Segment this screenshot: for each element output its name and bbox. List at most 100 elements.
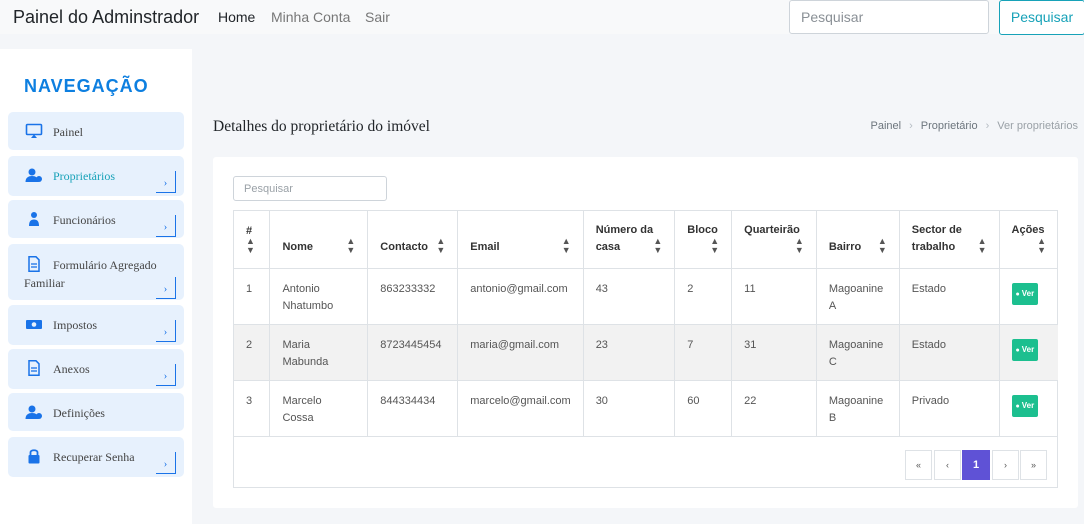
view-button-label: Ver <box>1021 288 1035 298</box>
money-icon <box>26 320 42 329</box>
column-header-sector[interactable]: Sector de trabalho ▲ ▼ <box>899 211 1000 269</box>
sort-icon[interactable]: ▲ ▼ <box>562 236 571 255</box>
column-header-acoes[interactable]: Ações ▲ ▼ <box>999 211 1058 269</box>
cell-quarteirao: 22 <box>731 380 817 437</box>
nav-account-link[interactable]: Minha Conta <box>271 9 350 25</box>
page-next-button[interactable]: › <box>992 450 1019 480</box>
top-search-input[interactable] <box>789 0 989 34</box>
eye-icon: ● <box>1015 346 1020 354</box>
cell-email: marcelo@gmail.com <box>457 380 584 437</box>
column-header-label: Email <box>470 240 500 253</box>
owners-card: #▲▼ Nome ▲▼ Contacto ▲▼ Email ▲▼ Número da … <box>213 157 1078 508</box>
page-current-button[interactable]: 1 <box>962 450 990 480</box>
view-button-label: Ver <box>1021 400 1035 410</box>
sidebar-item-painel[interactable]: Painel <box>8 112 184 150</box>
view-button[interactable]: ● Ver <box>1011 338 1039 361</box>
sort-icon[interactable]: ▲ ▼ <box>878 236 887 255</box>
column-header-label: Nome <box>282 240 314 253</box>
column-header-email[interactable]: Email ▲ ▼ <box>457 211 584 269</box>
sidebar-item-proprietarios[interactable]: Proprietários › <box>8 156 184 196</box>
cell-nome: Maria Mabunda <box>269 324 369 381</box>
cell-contacto: 863233332 <box>367 268 459 325</box>
sort-icon[interactable]: ▲ ▼ <box>436 236 445 255</box>
sort-icon[interactable]: ▲ ▼ <box>246 236 255 255</box>
column-header-contacto[interactable]: Contacto ▲ ▼ <box>367 211 459 269</box>
table-row: 1 Antonio Nhatumbo 863233332 antonio@gma… <box>234 268 1058 325</box>
owners-table: # ▲ ▼ Nome ▲ ▼ Contacto ▲ ▼ Email ▲ ▼ Número da … <box>234 211 1058 437</box>
chevron-right-icon[interactable]: › <box>156 320 176 342</box>
sidebar-item-definicoes[interactable]: Definições <box>8 393 184 431</box>
chevron-right-icon[interactable]: › <box>156 364 176 386</box>
column-header-label: Contacto <box>380 240 428 253</box>
cell-numero-casa: 23 <box>583 324 676 381</box>
sort-icon[interactable]: ▲ ▼ <box>653 236 662 255</box>
chevron-right-icon[interactable]: › <box>156 215 176 237</box>
sort-icon[interactable]: ▲ ▼ <box>795 236 804 255</box>
column-header-quarteirao[interactable]: Quarteirão ▲ ▼ <box>731 211 817 269</box>
cell-sector: Estado <box>899 268 1000 325</box>
sort-icon[interactable]: ▲ ▼ <box>1037 236 1046 255</box>
breadcrumb-item-painel[interactable]: Painel <box>871 120 902 132</box>
top-navbar: Painel do Adminstrador Home Minha Conta … <box>0 0 1084 35</box>
page-first-button[interactable]: « <box>905 450 932 480</box>
cell-contacto: 844334434 <box>367 380 459 437</box>
view-button[interactable]: ● Ver <box>1011 394 1039 417</box>
sidebar-item-label: Funcionários <box>53 213 116 227</box>
user-group-icon <box>25 168 42 182</box>
cell-email: antonio@gmail.com <box>457 268 584 325</box>
chevron-right-icon[interactable]: › <box>156 452 176 474</box>
sidebar-item-funcionarios[interactable]: Funcionários › <box>8 200 184 238</box>
sidebar-title: NAVEGAÇÃO <box>24 76 149 96</box>
sidebar-item-formulario[interactable]: Formulário Agregado Familiar › <box>8 244 184 300</box>
sidebar-item-label: Proprietários <box>53 169 115 183</box>
table-row: 3 Marcelo Cossa 844334434 marcelo@gmail.… <box>234 380 1058 437</box>
cell-bloco: 60 <box>674 380 733 437</box>
cell-contacto: 8723445454 <box>367 324 459 381</box>
breadcrumb-item-current: Ver proprietários <box>997 120 1078 132</box>
table-header-row: # ▲ ▼ Nome ▲ ▼ Contacto ▲ ▼ Email ▲ ▼ Número da … <box>234 211 1058 269</box>
column-header-bloco[interactable]: Bloco ▲ ▼ <box>674 211 733 269</box>
lock-icon <box>28 449 40 464</box>
view-button[interactable]: ● Ver <box>1011 282 1039 305</box>
cell-acoes: ● Ver <box>999 268 1058 325</box>
top-search-button[interactable]: Pesquisar <box>999 0 1084 35</box>
column-header-label: Bairro <box>828 240 862 253</box>
column-header-numero-casa[interactable]: Número da casa ▲ ▼ <box>583 211 676 269</box>
nav-logout-link[interactable]: Sair <box>365 9 390 25</box>
cell-nome: Antonio Nhatumbo <box>269 268 369 325</box>
column-header-bairro[interactable]: Bairro ▲ ▼ <box>816 211 900 269</box>
chevron-right-icon[interactable]: › <box>156 277 176 299</box>
cell-acoes: ● Ver <box>999 380 1058 437</box>
cell-nome: Marcelo Cossa <box>269 380 369 437</box>
app-brand[interactable]: Painel do Adminstrador <box>13 7 199 28</box>
cell-bloco: 2 <box>674 268 733 325</box>
chevron-right-icon[interactable]: › <box>156 171 176 193</box>
sidebar-item-impostos[interactable]: Impostos › <box>8 305 184 345</box>
column-header-number[interactable]: # ▲ ▼ <box>234 211 271 269</box>
user-group-icon <box>25 405 42 419</box>
page-prev-button[interactable]: ‹ <box>934 450 961 480</box>
cell-sector: Estado <box>899 324 1000 381</box>
page-last-button[interactable]: » <box>1020 450 1047 480</box>
breadcrumb-separator: › <box>909 120 913 132</box>
cell-numero-casa: 30 <box>583 380 676 437</box>
cell-bloco: 7 <box>674 324 733 381</box>
table-search-input[interactable] <box>233 176 387 201</box>
breadcrumb-item-proprietario[interactable]: Proprietário <box>921 120 978 132</box>
sidebar-item-label: Impostos <box>53 318 98 332</box>
sidebar-item-label: Anexos <box>53 362 90 376</box>
column-header-nome[interactable]: Nome ▲ ▼ <box>269 211 369 269</box>
sort-icon[interactable]: ▲ ▼ <box>710 236 719 255</box>
sidebar-item-recuperar-senha[interactable]: Recuperar Senha › <box>8 437 184 477</box>
cell-bairro: Magoanine C <box>816 324 900 381</box>
sort-icon[interactable]: ▲ ▼ <box>978 236 987 255</box>
cell-sector: Privado <box>899 380 1000 437</box>
sidebar-item-anexos[interactable]: Anexos › <box>8 349 184 389</box>
cell-quarteirao: 11 <box>731 268 817 325</box>
eye-icon: ● <box>1015 290 1020 298</box>
breadcrumb: Painel › Proprietário › Ver proprietários <box>871 120 1079 132</box>
sidebar-item-label: Definições <box>53 406 105 420</box>
sort-icon[interactable]: ▲ ▼ <box>346 236 355 255</box>
nav-home-link[interactable]: Home <box>218 9 255 25</box>
column-header-label: Sector de trabalho <box>911 223 962 253</box>
